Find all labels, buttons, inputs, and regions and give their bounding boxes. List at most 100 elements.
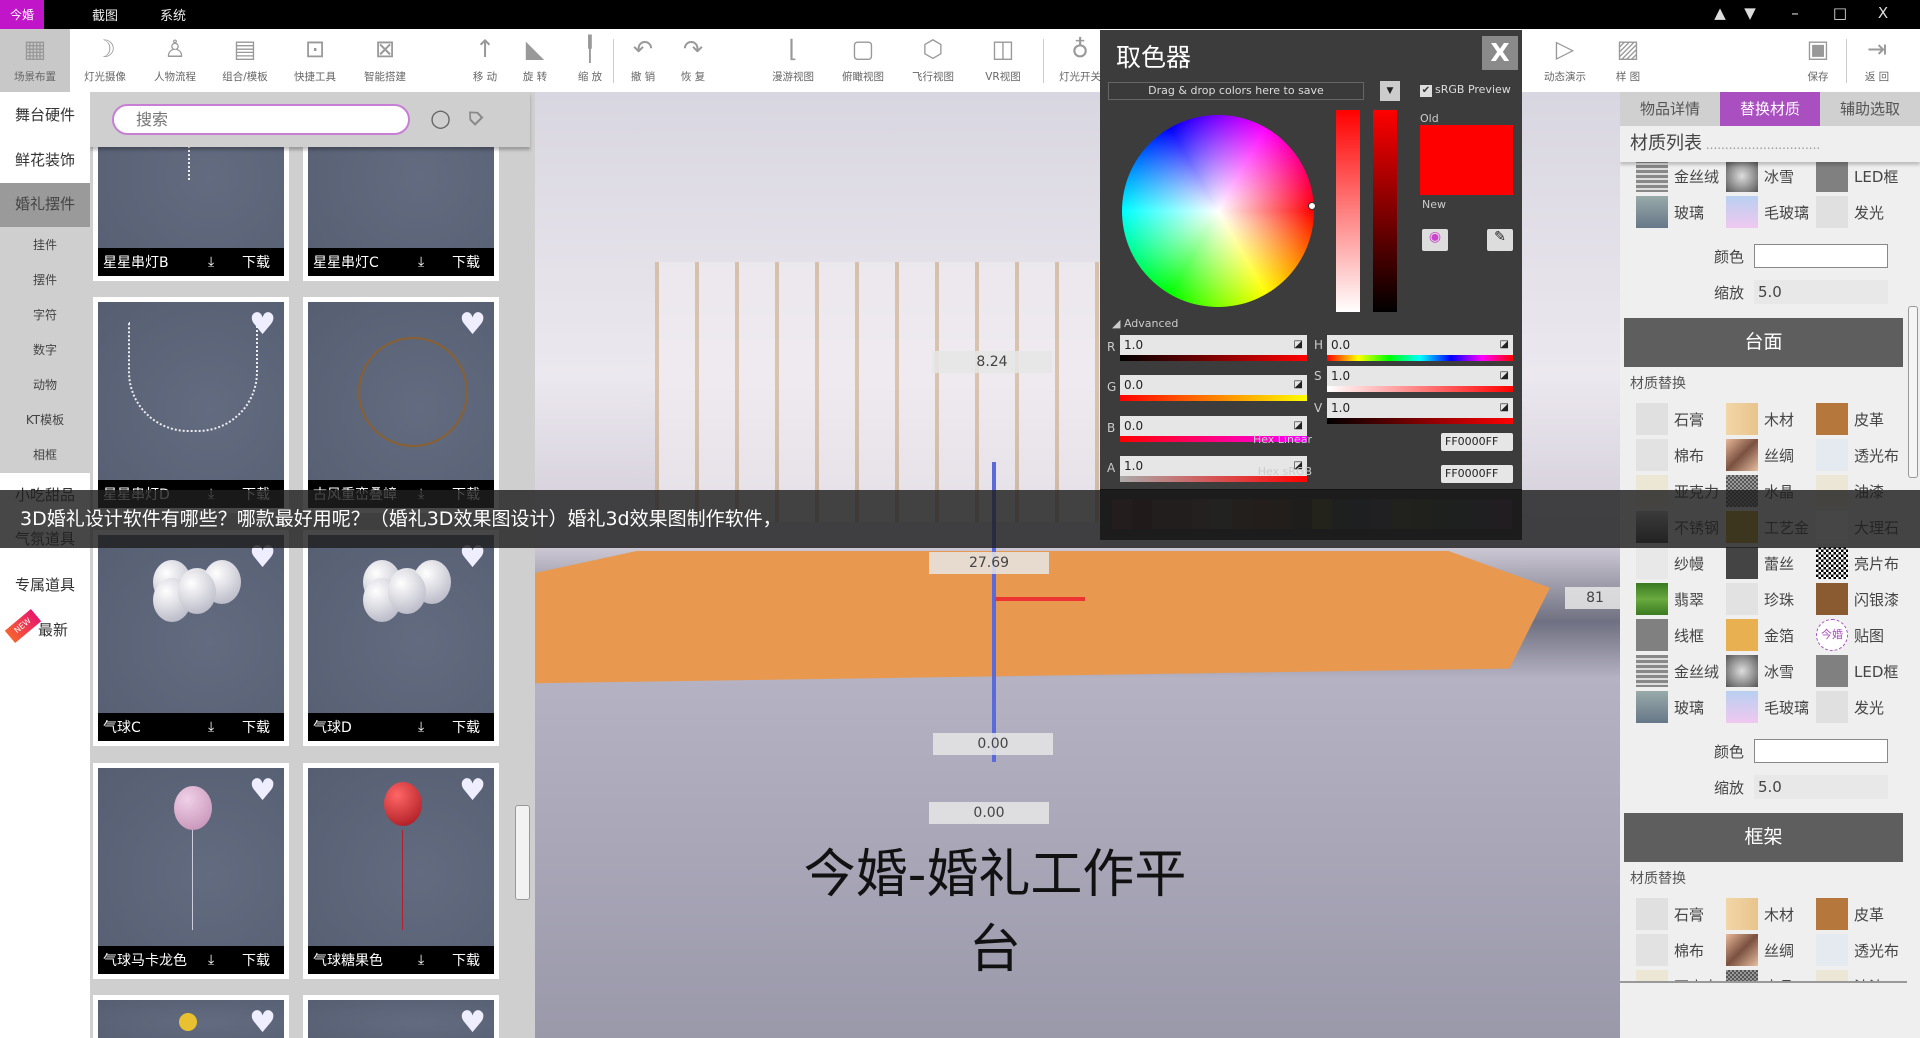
- saturation-slider[interactable]: [1336, 110, 1360, 312]
- tool-template[interactable]: ▤ 组合/模板: [210, 29, 280, 92]
- material-option[interactable]: 透光布: [1816, 932, 1906, 968]
- material-option[interactable]: 皮革: [1816, 401, 1906, 437]
- scroll-up-icon[interactable]: ▲: [1708, 4, 1732, 22]
- advanced-toggle[interactable]: ◢ Advanced: [1112, 317, 1178, 330]
- material-option[interactable]: 透光布: [1816, 437, 1906, 473]
- tool-image[interactable]: ▨ 样 图: [1593, 29, 1663, 92]
- favorite-heart-icon[interactable]: ♥: [459, 776, 486, 806]
- material-section-header[interactable]: 台面: [1624, 318, 1903, 367]
- asset-card[interactable]: ♥: [93, 995, 289, 1038]
- color-input[interactable]: [1754, 739, 1888, 763]
- subcategory-item[interactable]: 动物: [0, 376, 90, 393]
- material-option[interactable]: 石膏: [1636, 401, 1726, 437]
- scroll-down-icon[interactable]: ▼: [1738, 4, 1762, 22]
- asset-scrollbar[interactable]: [515, 805, 530, 900]
- material-option[interactable]: 今婚 贴图: [1816, 617, 1906, 653]
- material-option[interactable]: 发光: [1816, 194, 1906, 230]
- hex-srgb-input[interactable]: FF0000FF: [1441, 465, 1513, 483]
- download-button[interactable]: 下载: [242, 252, 270, 272]
- search-icon[interactable]: ○: [430, 104, 451, 132]
- material-section-header[interactable]: 框架: [1624, 813, 1903, 862]
- material-option[interactable]: 水晶: [1726, 968, 1816, 981]
- download-icon[interactable]: ⤓: [418, 719, 424, 735]
- value-slider[interactable]: [1373, 110, 1397, 312]
- download-icon[interactable]: ⤓: [418, 952, 424, 968]
- material-option[interactable]: 冰雪: [1726, 162, 1816, 194]
- scale-input[interactable]: 5.0: [1754, 280, 1888, 304]
- asset-card[interactable]: ♥ 气球C ⤓ 下载: [93, 530, 289, 746]
- scale-input[interactable]: 5.0: [1754, 775, 1888, 799]
- material-option[interactable]: 棉布: [1636, 437, 1726, 473]
- tool-vr[interactable]: ◫ VR视图: [968, 29, 1038, 92]
- close-window-button[interactable]: X: [1871, 4, 1895, 22]
- dropdown-arrow-icon[interactable]: ▼: [1380, 81, 1400, 101]
- material-option[interactable]: 金丝绒: [1636, 653, 1726, 689]
- close-button[interactable]: X: [1482, 36, 1518, 70]
- asset-card[interactable]: ♥: [303, 995, 499, 1038]
- category-newest[interactable]: 最新: [16, 619, 90, 640]
- material-option[interactable]: 皮革: [1816, 896, 1906, 932]
- eyedropper-icon[interactable]: ✎: [1487, 229, 1513, 251]
- tab-assist-select[interactable]: 辅助选取: [1820, 92, 1920, 126]
- download-button[interactable]: 下载: [452, 717, 480, 737]
- material-option[interactable]: LED框: [1816, 653, 1906, 689]
- channel-g-input[interactable]: 0.0: [1120, 375, 1307, 395]
- category-item[interactable]: 舞台硬件: [0, 104, 90, 125]
- download-icon[interactable]: ⤓: [418, 254, 424, 270]
- subcategory-item[interactable]: 数字: [0, 341, 90, 358]
- material-option[interactable]: 木材: [1726, 896, 1816, 932]
- subcategory-item[interactable]: 摆件: [0, 271, 90, 288]
- material-option[interactable]: 翡翠: [1636, 581, 1726, 617]
- material-scrollbar[interactable]: [1908, 306, 1918, 478]
- subcategory-item[interactable]: 挂件: [0, 236, 90, 253]
- tool-grid[interactable]: ▦ 场景布置: [0, 29, 70, 92]
- saved-colors-dropzone[interactable]: Drag & drop colors here to save: [1108, 82, 1364, 100]
- download-button[interactable]: 下载: [242, 950, 270, 970]
- download-icon[interactable]: ⤓: [208, 719, 214, 735]
- tag-icon[interactable]: ⌂: [458, 101, 489, 132]
- tool-smart-build[interactable]: ⊠ 智能搭建: [350, 29, 420, 92]
- minimize-button[interactable]: –: [1783, 4, 1807, 22]
- material-option[interactable]: 玻璃: [1636, 194, 1726, 230]
- tool-roam-view[interactable]: ⌊ 漫游视图: [758, 29, 828, 92]
- wheel-handle[interactable]: [1308, 202, 1316, 210]
- material-option[interactable]: 线框: [1636, 617, 1726, 653]
- tool-lamp[interactable]: ☽ 灯光摄像: [70, 29, 140, 92]
- material-option[interactable]: 珍珠: [1726, 581, 1816, 617]
- color-wheel-toggle-icon[interactable]: ◉: [1422, 229, 1448, 251]
- channel-s-input[interactable]: 1.0: [1327, 366, 1513, 386]
- tool-top-view[interactable]: ▢ 俯瞰视图: [828, 29, 898, 92]
- favorite-heart-icon[interactable]: ♥: [459, 310, 486, 340]
- material-option[interactable]: 蕾丝: [1726, 545, 1816, 581]
- material-option[interactable]: 棉布: [1636, 932, 1726, 968]
- asset-card[interactable]: ♥ 气球糖果色 ⤓ 下载: [303, 763, 499, 979]
- material-option[interactable]: 石膏: [1636, 896, 1726, 932]
- material-option[interactable]: 玻璃: [1636, 689, 1726, 725]
- material-option[interactable]: 金箔: [1726, 617, 1816, 653]
- channel-r-input[interactable]: 1.0: [1120, 335, 1307, 355]
- material-option[interactable]: 亮片布: [1816, 545, 1906, 581]
- download-icon[interactable]: ⤓: [208, 952, 214, 968]
- asset-card[interactable]: ♥ 气球马卡龙色 ⤓ 下载: [93, 763, 289, 979]
- material-option[interactable]: 丝绸: [1726, 437, 1816, 473]
- favorite-heart-icon[interactable]: ♥: [249, 310, 276, 340]
- srgb-preview-checkbox[interactable]: ✔ sRGB Preview: [1420, 83, 1511, 97]
- color-wheel[interactable]: [1122, 115, 1314, 307]
- menu-system[interactable]: 系统: [160, 5, 186, 24]
- channel-h-input[interactable]: 0.0: [1327, 335, 1513, 355]
- download-button[interactable]: 下载: [452, 950, 480, 970]
- favorite-heart-icon[interactable]: ♥: [459, 1008, 486, 1038]
- subcategory-item[interactable]: KT模板: [0, 411, 90, 428]
- tab-item-details[interactable]: 物品详情: [1620, 92, 1720, 126]
- material-option[interactable]: 闪银漆: [1816, 581, 1906, 617]
- tool-toolbox[interactable]: ⊡ 快捷工具: [280, 29, 350, 92]
- download-icon[interactable]: ⤓: [208, 254, 214, 270]
- material-option[interactable]: 冰雪: [1726, 653, 1816, 689]
- material-option[interactable]: 纱幔: [1636, 545, 1726, 581]
- tool-exit[interactable]: ⇥ 返 回: [1842, 29, 1912, 92]
- favorite-heart-icon[interactable]: ♥: [249, 1008, 276, 1038]
- asset-card[interactable]: ♥古风重峦叠嶂⤓下载: [303, 297, 499, 513]
- menu-screenshot[interactable]: 截图: [92, 5, 118, 24]
- search-input[interactable]: [112, 104, 410, 135]
- material-option[interactable]: LED框: [1816, 162, 1906, 194]
